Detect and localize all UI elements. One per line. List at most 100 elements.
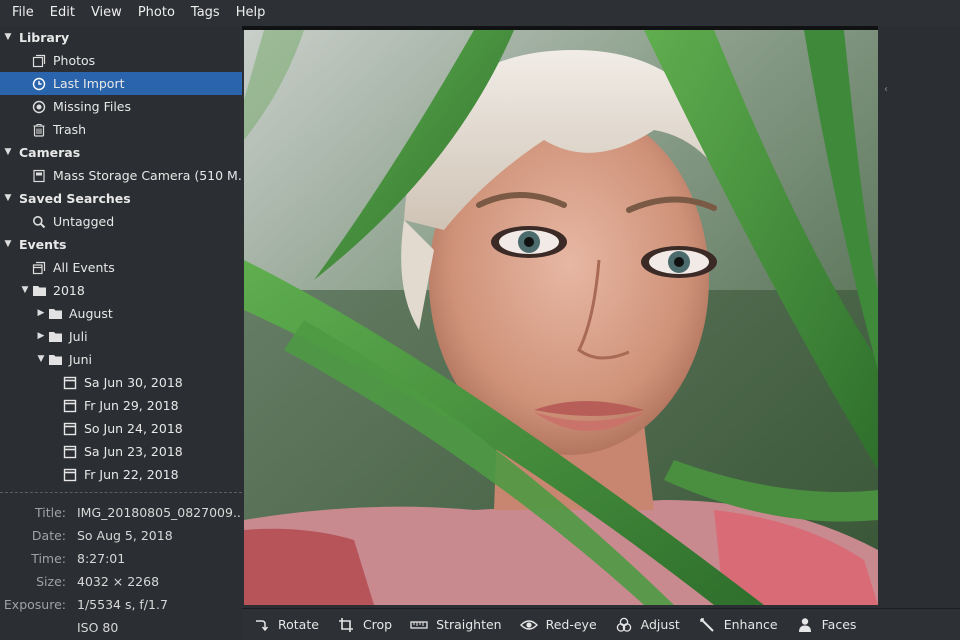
- sidebar-item-label: Untagged: [53, 214, 115, 229]
- sidebar-item-juni[interactable]: ▼ Juni: [0, 348, 242, 371]
- camera-icon: [31, 164, 47, 187]
- search-icon: [31, 210, 47, 233]
- sidebar-item-sa-jun-23[interactable]: Sa Jun 23, 2018: [0, 440, 242, 463]
- sidebar-item-sa-jun-30[interactable]: Sa Jun 30, 2018: [0, 371, 242, 394]
- rotate-label: Rotate: [278, 617, 319, 632]
- sidebar-item-label: Juli: [69, 329, 88, 344]
- sidebar-item-so-jun-24[interactable]: So Jun 24, 2018: [0, 417, 242, 440]
- info-value: IMG_20180805_0827009...: [77, 505, 242, 520]
- sidebar-item-label: Photos: [53, 53, 96, 68]
- sidebar-item-mass-storage-camera[interactable]: Mass Storage Camera (510 M...: [0, 164, 242, 187]
- sidebar-item-label: Sa Jun 30, 2018: [84, 375, 183, 390]
- enhance-label: Enhance: [723, 617, 778, 632]
- sidebar-item-label: Missing Files: [53, 99, 132, 114]
- scroll-indicator: ‹: [884, 84, 888, 95]
- folder-icon: [31, 279, 47, 302]
- menu-edit[interactable]: Edit: [42, 0, 83, 26]
- crop-button[interactable]: Crop: [337, 616, 392, 634]
- expander-down-icon[interactable]: ▼: [3, 26, 13, 49]
- sidebar-item-label: Trash: [53, 122, 87, 137]
- sidebar-item-label: So Jun 24, 2018: [84, 421, 183, 436]
- info-value: 1/5534 s, f/1.7: [77, 597, 168, 612]
- info-value: 8:27:01: [77, 551, 126, 566]
- rotate-icon: [252, 616, 270, 634]
- events-icon: [31, 256, 47, 279]
- expander-down-icon[interactable]: ▼: [3, 233, 13, 256]
- expander-right-icon[interactable]: ▶: [36, 325, 46, 348]
- sidebar-item-label: August: [69, 306, 113, 321]
- crop-icon: [337, 616, 355, 634]
- expander-right-icon[interactable]: ▶: [36, 302, 46, 325]
- folder-icon: [47, 325, 63, 348]
- sidebar-item-label: Cameras: [19, 145, 81, 160]
- sidebar-item-cameras[interactable]: ▼ Cameras: [0, 141, 242, 164]
- info-key: Exposure:: [3, 597, 66, 612]
- sidebar-item-untagged[interactable]: Untagged: [0, 210, 242, 233]
- photo-info-panel: Title: IMG_20180805_0827009... Date: So Aug…: [0, 492, 242, 640]
- sidebar-item-label: All Events: [53, 260, 115, 275]
- sidebar-item-juli[interactable]: ▶ Juli: [0, 325, 242, 348]
- sidebar-item-label: 2018: [53, 283, 85, 298]
- menu-tags[interactable]: Tags: [183, 0, 228, 26]
- info-row: Size: 4032 × 2268: [0, 570, 242, 593]
- info-key: Title:: [35, 505, 66, 520]
- clock-icon: [31, 72, 47, 95]
- sidebar-item-saved-searches[interactable]: ▼ Saved Searches: [0, 187, 242, 210]
- sidebar-item-last-import[interactable]: Last Import: [0, 72, 242, 95]
- sidebar-item-label: Sa Jun 23, 2018: [84, 444, 183, 459]
- person-icon: [796, 616, 814, 634]
- enhance-button[interactable]: Enhance: [698, 616, 778, 634]
- menu-file[interactable]: File: [4, 0, 42, 26]
- menu-help[interactable]: Help: [228, 0, 274, 26]
- sidebar-item-2018[interactable]: ▼ 2018: [0, 279, 242, 302]
- sidebar-item-label: Events: [19, 237, 67, 252]
- expander-down-icon[interactable]: ▼: [3, 141, 13, 164]
- event-icon: [62, 440, 78, 463]
- info-key: Date:: [31, 528, 66, 543]
- photo-viewer: [242, 26, 960, 608]
- expander-down-icon[interactable]: ▼: [36, 348, 46, 371]
- edit-toolbar: Rotate Crop Straighten Red-eye Adjust Enhance…: [242, 608, 960, 640]
- expander-down-icon[interactable]: ▼: [3, 187, 13, 210]
- event-icon: [62, 417, 78, 440]
- sidebar-item-fr-jun-22[interactable]: Fr Jun 22, 2018: [0, 463, 242, 486]
- sidebar-item-missing-files[interactable]: Missing Files: [0, 95, 242, 118]
- sidebar-item-label: Saved Searches: [19, 191, 131, 206]
- adjust-button[interactable]: Adjust: [615, 616, 680, 634]
- sidebar-item-photos[interactable]: Photos: [0, 49, 242, 72]
- faces-button[interactable]: Faces: [796, 616, 857, 634]
- info-row: Title: IMG_20180805_0827009...: [0, 501, 242, 524]
- rotate-button[interactable]: Rotate: [252, 616, 319, 634]
- red-eye-button[interactable]: Red-eye: [519, 616, 597, 634]
- missing-icon: [31, 95, 47, 118]
- straighten-label: Straighten: [436, 617, 502, 632]
- sidebar-item-library[interactable]: ▼ Library: [0, 26, 242, 49]
- event-icon: [62, 394, 78, 417]
- menu-view[interactable]: View: [83, 0, 130, 26]
- info-value: So Aug 5, 2018: [77, 528, 173, 543]
- event-icon: [62, 463, 78, 486]
- straighten-button[interactable]: Straighten: [410, 616, 502, 634]
- photo-image[interactable]: [244, 30, 878, 605]
- faces-label: Faces: [821, 617, 857, 632]
- info-key: Size:: [36, 574, 66, 589]
- red-eye-label: Red-eye: [545, 617, 597, 632]
- sidebar: ▼ Library Photos Last Import Missing Files Tr…: [0, 26, 242, 492]
- expander-down-icon[interactable]: ▼: [20, 279, 30, 302]
- menu-photo[interactable]: Photo: [130, 0, 183, 26]
- adjust-label: Adjust: [640, 617, 680, 632]
- sidebar-item-label: Last Import: [53, 76, 125, 91]
- sidebar-item-label: Fr Jun 22, 2018: [84, 467, 179, 482]
- wand-icon: [698, 616, 716, 634]
- event-icon: [62, 371, 78, 394]
- sidebar-item-all-events[interactable]: All Events: [0, 256, 242, 279]
- sidebar-item-label: Fr Jun 29, 2018: [84, 398, 179, 413]
- sidebar-item-fr-jun-29[interactable]: Fr Jun 29, 2018: [0, 394, 242, 417]
- info-row: Time: 8:27:01: [0, 547, 242, 570]
- sidebar-item-august[interactable]: ▶ August: [0, 302, 242, 325]
- info-key: Time:: [31, 551, 66, 566]
- sidebar-item-label: Mass Storage Camera (510 M...: [53, 168, 242, 183]
- folder-icon: [47, 348, 63, 371]
- sidebar-item-trash[interactable]: Trash: [0, 118, 242, 141]
- sidebar-item-events[interactable]: ▼ Events: [0, 233, 242, 256]
